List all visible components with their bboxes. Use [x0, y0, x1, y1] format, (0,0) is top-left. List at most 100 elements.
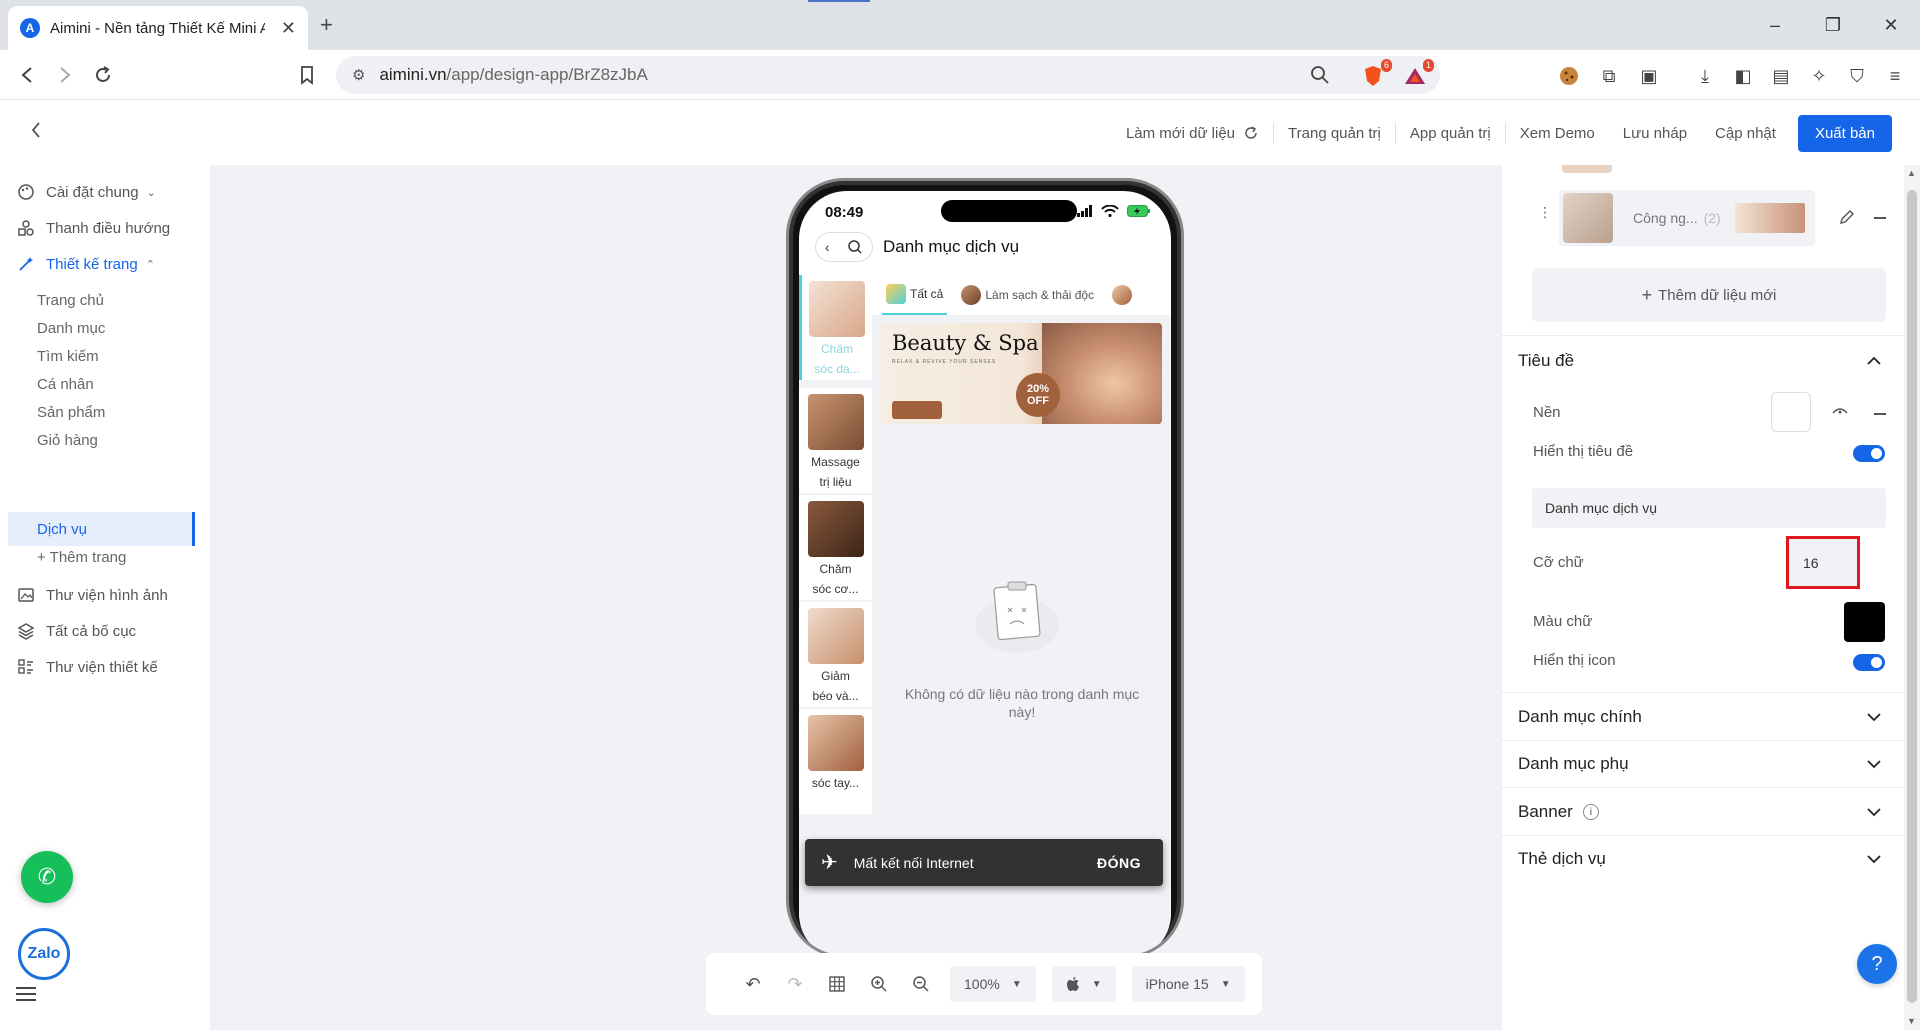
grid-icon[interactable]: [824, 971, 850, 997]
wallet-icon[interactable]: ▤: [1768, 63, 1794, 89]
reload-icon[interactable]: [90, 62, 116, 88]
close-window-icon[interactable]: ✕: [1862, 0, 1920, 50]
add-data-button[interactable]: + Thêm dữ liệu mới: [1532, 268, 1886, 322]
browser-tab[interactable]: A Aimini - Nền tảng Thiết Kế Mini App ✕: [8, 6, 308, 50]
sidebar-item-general-settings[interactable]: Cài đặt chung ⌄: [16, 177, 156, 207]
zoom-in-icon[interactable]: [866, 971, 892, 997]
sidebar-item-navigation[interactable]: Thanh điều hướng: [16, 213, 170, 243]
chevron-down-icon[interactable]: [1866, 854, 1882, 864]
view-demo-button[interactable]: Xem Demo: [1506, 122, 1609, 144]
admin-page-button[interactable]: Trang quản trị: [1274, 122, 1396, 144]
edit-pencil-icon[interactable]: [1838, 208, 1856, 226]
site-info-icon[interactable]: ⚙: [352, 66, 365, 84]
add-page-button[interactable]: + Thêm trang: [37, 542, 126, 572]
save-draft-button[interactable]: Lưu nháp: [1609, 122, 1701, 144]
zalo-chat-button[interactable]: Zalo: [18, 928, 70, 980]
sidebar-page-products[interactable]: Sản phẩm: [37, 397, 105, 427]
help-button[interactable]: ?: [1857, 944, 1897, 984]
collapse-back-icon[interactable]: [30, 120, 42, 140]
mini-back-icon[interactable]: ‹: [825, 239, 830, 255]
brave-rewards-icon[interactable]: 1: [1402, 59, 1434, 89]
zoom-select[interactable]: 100% ▼: [950, 966, 1036, 1002]
zoom-out-icon[interactable]: [908, 971, 934, 997]
left-category-item[interactable]: Massage trị liệu: [799, 388, 872, 493]
chevron-down-icon[interactable]: [1866, 807, 1882, 817]
refresh-data-button[interactable]: Làm mới dữ liệu: [1112, 122, 1275, 144]
close-tab-icon[interactable]: ✕: [281, 18, 296, 39]
show-title-toggle[interactable]: [1853, 445, 1885, 462]
scroll-up-arrow-icon[interactable]: ▲: [1907, 168, 1916, 178]
eye-icon[interactable]: [1832, 405, 1848, 415]
title-text-input[interactable]: [1532, 488, 1886, 528]
promo-banner[interactable]: Beauty & Spa RELAX & REVIVE YOUR SENSES …: [880, 323, 1162, 424]
tab-more[interactable]: [1108, 275, 1140, 315]
left-category-item[interactable]: Chăm sóc cơ...: [799, 495, 872, 600]
sidebar-page-profile[interactable]: Cá nhân: [37, 369, 94, 399]
device-select[interactable]: iPhone 15 ▼: [1131, 966, 1245, 1002]
sidebar-item-page-design[interactable]: Thiết kế trang ⌃: [16, 249, 155, 279]
new-tab-icon[interactable]: +: [320, 12, 333, 38]
sidebar-page-home[interactable]: Trang chủ: [37, 285, 104, 315]
section-service-card[interactable]: Thẻ dịch vụ: [1518, 844, 1606, 874]
sidebar-page-cart[interactable]: Giỏ hàng: [37, 425, 98, 455]
banner-cta[interactable]: [892, 401, 942, 419]
remove-item-icon[interactable]: [1874, 217, 1886, 219]
admin-app-button[interactable]: App quản trị: [1396, 122, 1506, 144]
section-sub-category[interactable]: Danh mục phụ: [1518, 749, 1629, 779]
section-main-category[interactable]: Danh mục chính: [1518, 702, 1642, 732]
scroll-down-arrow-icon[interactable]: ▼: [1907, 1016, 1916, 1026]
sidebar-item-design-library[interactable]: Thư viện thiết kế: [16, 652, 158, 682]
download-icon[interactable]: ⤓: [1692, 63, 1718, 89]
left-category-item[interactable]: Chăm sóc da...: [799, 275, 872, 380]
minimize-icon[interactable]: –: [1746, 0, 1804, 50]
section-banner[interactable]: Banner i: [1518, 797, 1599, 827]
restore-icon[interactable]: ❐: [1804, 0, 1862, 50]
chevron-down-icon[interactable]: [1866, 712, 1882, 722]
chevron-down-icon[interactable]: [1866, 759, 1882, 769]
hamburger-menu-icon[interactable]: [16, 987, 36, 1005]
mini-search-icon[interactable]: [847, 239, 863, 255]
publish-button[interactable]: Xuất bản: [1797, 114, 1892, 152]
sidebar-item-image-library[interactable]: Thư viện hình ảnh: [16, 580, 168, 610]
menu-icon[interactable]: ≡: [1882, 63, 1908, 89]
mini-app-nav-pill[interactable]: ‹: [815, 232, 873, 262]
show-icon-toggle[interactable]: [1853, 654, 1885, 671]
phone-call-button[interactable]: ✆: [21, 851, 73, 903]
font-size-input[interactable]: 16: [1786, 536, 1860, 589]
sidebar-toggle-icon[interactable]: ◧: [1730, 63, 1756, 89]
scrollbar-thumb[interactable]: [1907, 190, 1917, 1003]
remove-background-icon[interactable]: [1874, 413, 1886, 415]
sidebar-item-all-layouts[interactable]: Tất cả bố cục: [16, 616, 136, 646]
undo-icon[interactable]: ↶: [740, 971, 766, 997]
back-icon[interactable]: [14, 62, 40, 88]
sidebar-page-services[interactable]: Dịch vụ: [37, 514, 87, 544]
brave-shield-icon[interactable]: 6: [1360, 59, 1392, 89]
update-button[interactable]: Cập nhật: [1701, 122, 1790, 144]
chevron-up-icon[interactable]: [1866, 356, 1882, 366]
tab-all[interactable]: Tất cả: [882, 275, 948, 315]
forward-icon[interactable]: [52, 62, 78, 88]
info-icon[interactable]: i: [1582, 804, 1599, 820]
extensions-icon[interactable]: ⧉: [1596, 63, 1622, 89]
tab-detox[interactable]: Làm sạch & thải độc: [957, 275, 1098, 315]
redo-icon[interactable]: ↷: [782, 971, 808, 997]
sidebar-page-search[interactable]: Tìm kiếm: [37, 341, 99, 371]
left-category-item[interactable]: sóc tay...: [799, 709, 872, 814]
snackbar-close-button[interactable]: ĐÓNG: [1097, 855, 1141, 871]
background-color-swatch[interactable]: [1771, 392, 1811, 432]
platform-select[interactable]: ▼: [1051, 966, 1116, 1002]
section-title-heading[interactable]: Tiêu đề: [1518, 346, 1574, 376]
reader-mode-icon[interactable]: ▣: [1636, 63, 1662, 89]
vpn-icon[interactable]: ⛉: [1844, 63, 1870, 89]
search-icon[interactable]: [1310, 65, 1330, 85]
sidebar-page-category[interactable]: Danh mục: [37, 313, 105, 343]
text-color-swatch[interactable]: [1844, 602, 1885, 642]
data-item[interactable]: Công ng... (2): [1559, 190, 1815, 246]
leo-ai-icon[interactable]: ✧: [1806, 63, 1832, 89]
empty-state-text: Không có dữ liệu nào trong danh mục này!: [904, 686, 1140, 720]
bookmark-icon[interactable]: [294, 62, 320, 88]
left-category-item[interactable]: Giảm béo và...: [799, 602, 872, 707]
address-bar[interactable]: ⚙ aimini.vn/app/design-app/BrZ8zJbA: [336, 56, 1440, 94]
banner-model-image: [1042, 323, 1162, 424]
cookie-extension-icon[interactable]: [1556, 63, 1582, 89]
